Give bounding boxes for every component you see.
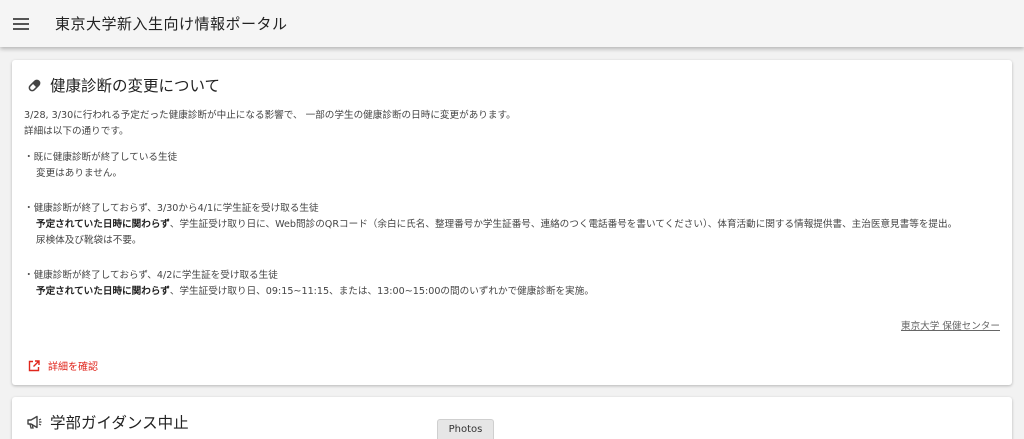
pill-icon	[26, 77, 42, 93]
card-title: 健康診断の変更について	[50, 77, 221, 95]
case-body-text: 、学生証受け取り日、09:15~11:15、または、13:00~15:00の間の…	[169, 286, 594, 298]
megaphone-icon	[26, 414, 42, 430]
emphasis-text: 予定されていた日時に関わらず	[36, 286, 170, 298]
emphasis-text: 予定されていた日時に関わらず	[36, 219, 170, 231]
case-heading: ・既に健康診断が終了している生徒	[24, 151, 178, 163]
detail-link[interactable]: 詳細を確認	[28, 358, 98, 373]
case-heading: ・健康診断が終了しておらず、3/30から4/1に学生証を受け取る生徒	[24, 202, 319, 214]
notice-card-guidance: 学部ガイダンス中止	[12, 397, 1012, 439]
notice-body: 3/28, 3/30に行われる予定だった健康診断が中止になる影響で、 一部の学生…	[24, 108, 1004, 301]
open-in-new-icon	[28, 359, 40, 372]
app-title: 東京大学新入生向け情報ポータル	[55, 15, 288, 33]
card-title: 学部ガイダンス中止	[50, 414, 189, 432]
intro-line: 詳細は以下の通りです。	[24, 126, 129, 138]
source-link[interactable]: 東京大学 保健センター	[901, 318, 1000, 332]
case-body: 変更はありません。	[36, 168, 123, 180]
case-body-text: 、学生証受け取り日に、Web問診のQRコード（余白に氏名、整理番号か学生証番号、…	[169, 219, 958, 231]
app-bar: 東京大学新入生向け情報ポータル	[0, 0, 1024, 47]
case-note: 尿検体及び靴袋は不要。	[36, 235, 142, 247]
hamburger-menu-icon[interactable]	[13, 17, 35, 31]
card-header: 健康診断の変更について	[26, 74, 220, 96]
case-body: 予定されていた日時に関わらず、学生証受け取り日に、Web問診のQRコード（余白に…	[24, 217, 1004, 233]
intro-line: 3/28, 3/30に行われる予定だった健康診断が中止になる影響で、 一部の学生…	[24, 110, 516, 121]
notice-card-health-check: 健康診断の変更について 3/28, 3/30に行われる予定だった健康診断が中止に…	[12, 60, 1012, 385]
detail-link-label: 詳細を確認	[48, 362, 98, 373]
case-heading: ・健康診断が終了しておらず、4/2に学生証を受け取る生徒	[24, 269, 278, 281]
card-header: 学部ガイダンス中止	[26, 411, 189, 433]
case-body: 予定されていた日時に関わらず、学生証受け取り日、09:15~11:15、または、…	[24, 284, 1004, 300]
photos-tab[interactable]: Photos	[437, 419, 494, 439]
